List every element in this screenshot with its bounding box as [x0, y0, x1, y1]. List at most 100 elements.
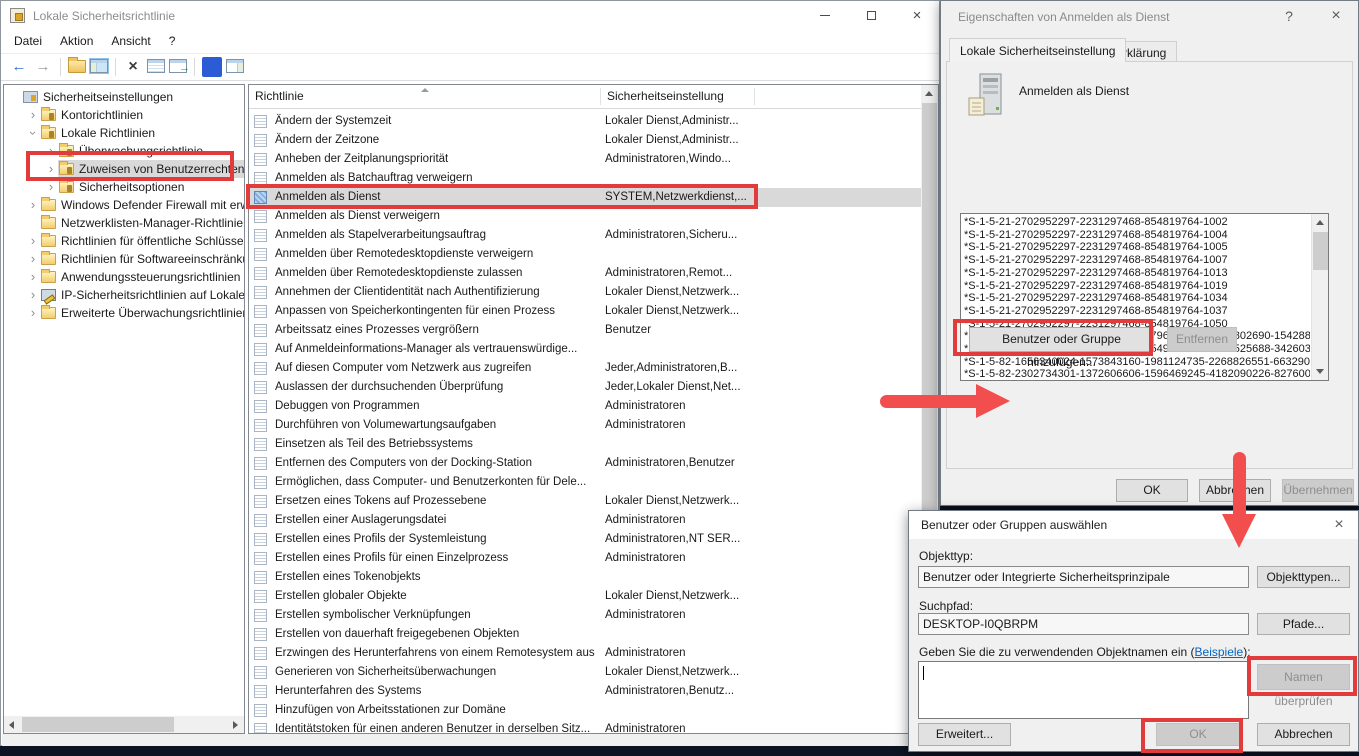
policy-row[interactable]: Anheben der ZeitplanungsprioritätAdminis… [249, 150, 921, 169]
scroll-up-button[interactable] [921, 85, 938, 102]
help-button[interactable]: ? [1274, 1, 1304, 31]
tree-item[interactable]: ›Anwendungssteuerungsrichtlinien [4, 268, 244, 286]
examples-link[interactable]: Beispiele [1195, 645, 1244, 659]
chevron-down-icon[interactable]: › [24, 126, 42, 140]
scroll-down-button[interactable] [1312, 363, 1329, 380]
policy-row[interactable]: Durchführen von VolumewartungsaufgabenAd… [249, 416, 921, 435]
scrollbar-thumb[interactable] [22, 717, 174, 732]
policy-row[interactable]: Generieren von SicherheitsüberwachungenL… [249, 663, 921, 682]
policy-row[interactable]: Identitätstoken für einen anderen Benutz… [249, 720, 921, 734]
policy-row[interactable]: Auslassen der durchsuchenden Überprüfung… [249, 378, 921, 397]
column-header-policy[interactable]: Richtlinie [255, 89, 304, 103]
scrollbar-thumb[interactable] [1313, 232, 1328, 270]
policy-row[interactable]: Erzwingen des Herunterfahrens von einem … [249, 644, 921, 663]
paths-button[interactable]: Pfade... [1257, 613, 1350, 635]
sid-item[interactable]: *S-1-5-82-2302734301-1372606606-15964692… [964, 368, 1310, 380]
policy-row[interactable]: Erstellen globaler ObjekteLokaler Dienst… [249, 587, 921, 606]
close-button[interactable]: × [1321, 1, 1351, 31]
policy-row[interactable]: Entfernen des Computers von der Docking-… [249, 454, 921, 473]
cancel-button[interactable]: Abbrechen [1257, 723, 1350, 746]
maximize-button[interactable] [848, 1, 894, 31]
object-names-input[interactable] [918, 661, 1249, 719]
tree-item[interactable]: ›Erweiterte Überwachungsrichtlinienko [4, 304, 244, 322]
sid-item[interactable]: *S-1-5-21-2702952297-2231297468-85481976… [964, 229, 1310, 242]
policy-row[interactable]: Erstellen von dauerhaft freigegebenen Ob… [249, 625, 921, 644]
policy-row[interactable]: Auf diesen Computer vom Netzwerk aus zug… [249, 359, 921, 378]
policy-row[interactable]: Ändern der SystemzeitLokaler Dienst,Admi… [249, 112, 921, 131]
advanced-button[interactable]: Erweitert... [918, 723, 1011, 746]
sid-item[interactable]: *S-1-5-21-2702952297-2231297468-85481976… [964, 216, 1310, 229]
menu-item-ansicht[interactable]: Ansicht [102, 31, 159, 51]
help-icon[interactable] [202, 57, 222, 77]
forward-icon[interactable]: → [33, 57, 53, 77]
column-divider[interactable] [754, 88, 755, 105]
policy-row[interactable]: Anmelden als Dienst verweigern [249, 207, 921, 226]
chevron-right-icon[interactable]: › [26, 286, 40, 304]
chevron-right-icon[interactable]: › [26, 106, 40, 124]
sid-item[interactable]: *S-1-5-21-2702952297-2231297468-85481976… [964, 305, 1310, 318]
policy-row[interactable]: Ändern der ZeitzoneLokaler Dienst,Admini… [249, 131, 921, 150]
sid-item[interactable]: *S-1-5-21-2702952297-2231297468-85481976… [964, 292, 1310, 305]
policy-row[interactable]: Erstellen einer AuslagerungsdateiAdminis… [249, 511, 921, 530]
chevron-right-icon[interactable]: › [26, 232, 40, 250]
close-button[interactable]: × [1324, 510, 1354, 540]
scroll-left-button[interactable] [4, 716, 21, 733]
chevron-right-icon[interactable]: › [26, 250, 40, 268]
policy-row[interactable]: Ermöglichen, dass Computer- und Benutzer… [249, 473, 921, 492]
delete-icon[interactable]: × [123, 57, 143, 77]
properties-icon[interactable] [147, 59, 165, 73]
policy-row[interactable]: Ersetzen eines Tokens auf ProzessebeneLo… [249, 492, 921, 511]
tree-item[interactable]: ›IP-Sicherheitsrichtlinien auf Lokaler C [4, 286, 244, 304]
sid-item[interactable]: *S-1-5-21-2702952297-2231297468-85481976… [964, 267, 1310, 280]
policy-row[interactable]: Erstellen symbolischer VerknüpfungenAdmi… [249, 606, 921, 625]
back-icon[interactable]: ← [9, 57, 29, 77]
policy-row[interactable]: Anpassen von Speicherkontingenten für ei… [249, 302, 921, 321]
chevron-right-icon[interactable]: › [26, 196, 40, 214]
sid-item[interactable]: *S-1-5-21-2702952297-2231297468-85481976… [964, 280, 1310, 293]
policy-row[interactable]: Hinzufügen von Arbeitsstationen zur Domä… [249, 701, 921, 720]
scrollbar-thumb[interactable] [922, 103, 937, 533]
scroll-up-button[interactable] [1312, 214, 1329, 231]
remove-button[interactable]: Entfernen [1167, 327, 1237, 352]
menu-item-help[interactable]: ? [160, 31, 185, 51]
object-types-button[interactable]: Objekttypen... [1257, 566, 1350, 588]
menu-item-aktion[interactable]: Aktion [51, 31, 102, 51]
tree-item[interactable]: ›Richtlinien für öffentliche Schlüssel [4, 232, 244, 250]
close-button[interactable]: × [894, 1, 940, 31]
policy-row[interactable]: Anmelden über Remotedesktopdienste zulas… [249, 264, 921, 283]
chevron-right-icon[interactable]: › [26, 304, 40, 322]
policy-row[interactable]: Arbeitssatz eines Prozesses vergrößernBe… [249, 321, 921, 340]
policy-row[interactable]: Herunterfahren des SystemsAdministratore… [249, 682, 921, 701]
policy-row[interactable]: Annehmen der Clientidentität nach Authen… [249, 283, 921, 302]
scroll-right-button[interactable] [227, 716, 244, 733]
minimize-button[interactable] [802, 1, 848, 31]
menu-item-datei[interactable]: Datei [5, 31, 51, 51]
tab-local-security-setting[interactable]: Lokale Sicherheitseinstellung [949, 38, 1126, 62]
column-header-setting[interactable]: Sicherheitseinstellung [607, 89, 724, 103]
policy-row[interactable]: Anmelden als StapelverarbeitungsauftragA… [249, 226, 921, 245]
policy-row[interactable]: Auf Anmeldeinformations-Manager als vert… [249, 340, 921, 359]
sid-item[interactable]: *S-1-5-82-1656340024-1573843160-19811247… [964, 356, 1310, 369]
apply-button[interactable]: Übernehmen [1282, 479, 1354, 502]
tree-item[interactable]: ›Windows Defender Firewall mit erweit [4, 196, 244, 214]
export-icon[interactable] [68, 60, 86, 73]
tree-item[interactable]: ›Lokale Richtlinien [4, 124, 244, 142]
policy-row[interactable]: Anmelden über Remotedesktopdienste verwe… [249, 245, 921, 264]
sid-item[interactable]: *S-1-5-21-2702952297-2231297468-85481976… [964, 254, 1310, 267]
sid-item[interactable]: *S-1-5-21-2702952297-2231297468-85481976… [964, 241, 1310, 254]
policy-row[interactable]: Erstellen eines Profils der Systemleistu… [249, 530, 921, 549]
action-pane-icon[interactable] [226, 59, 244, 73]
policy-row[interactable]: Debuggen von ProgrammenAdministratoren [249, 397, 921, 416]
tree-item[interactable]: Netzwerklisten-Manager-Richtlinien [4, 214, 244, 232]
chevron-right-icon[interactable]: › [26, 268, 40, 286]
ok-button[interactable]: OK [1116, 479, 1188, 502]
tree-item[interactable]: ›Kontorichtlinien [4, 106, 244, 124]
policy-row[interactable]: Erstellen eines Profils für einen Einzel… [249, 549, 921, 568]
policy-row[interactable]: Einsetzen als Teil des Betriebssystems [249, 435, 921, 454]
export-list-icon[interactable] [169, 59, 187, 73]
policy-row[interactable]: Erstellen eines Tokenobjekts [249, 568, 921, 587]
tree-item[interactable]: Sicherheitseinstellungen [4, 88, 244, 106]
column-divider[interactable] [600, 88, 601, 105]
console-tree-icon[interactable] [90, 59, 108, 73]
tree-item[interactable]: ›Richtlinien für Softwareeinschränkung [4, 250, 244, 268]
